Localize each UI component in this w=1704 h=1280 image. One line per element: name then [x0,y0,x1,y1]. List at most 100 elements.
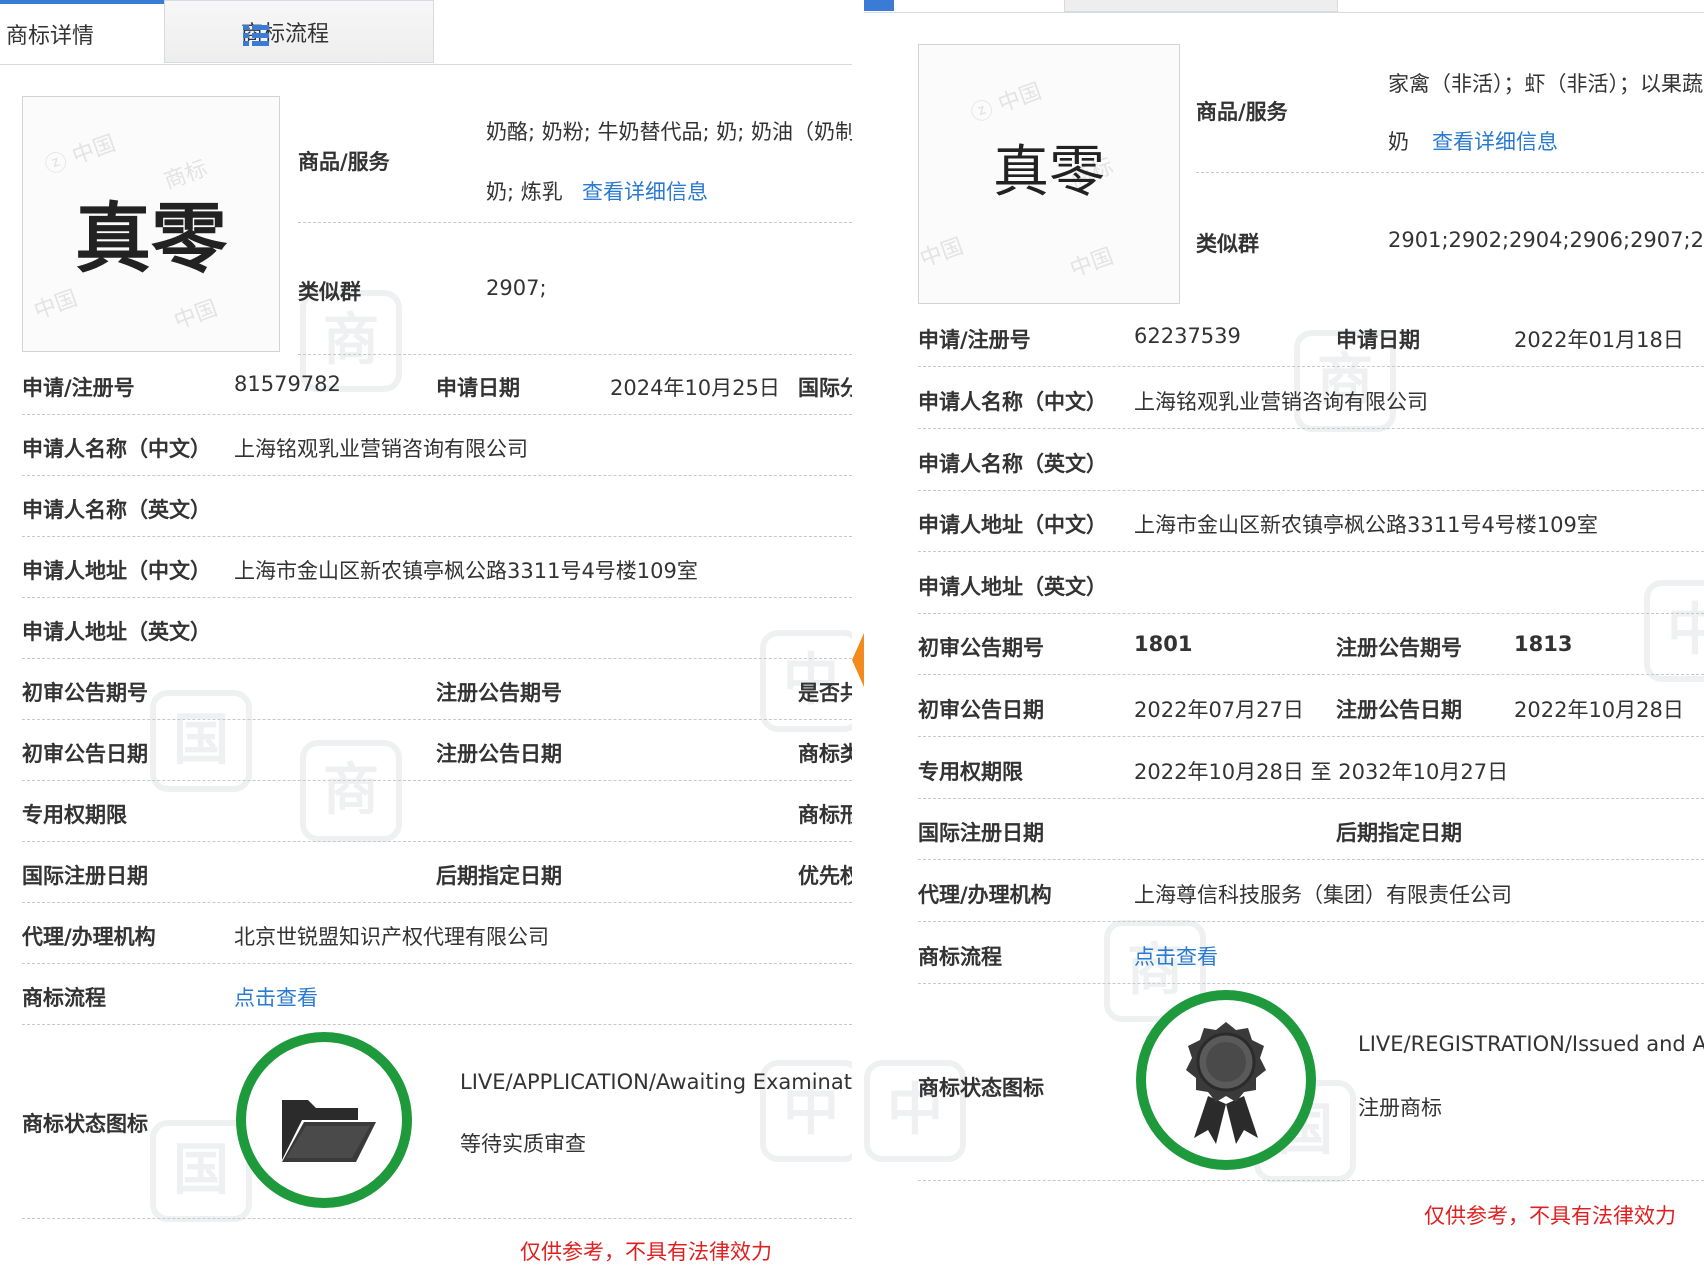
shared-label: 是否共 [798,681,852,705]
intl-reg-label: 国际注册日期 [22,864,148,888]
left-trademark-panel: 商 国 商 国 中 中 商标详情 商标流程 ⓩ 中国 商标 中国 中国 真零 商… [0,0,852,1280]
similar-group-label: 类似群 [298,280,361,304]
status-badge [236,1032,412,1208]
divider [918,674,1704,675]
divider [918,798,1704,799]
exclusive-value: 2022年10月28日 至 2032年10月27日 [1134,760,1509,784]
later-date-label: 后期指定日期 [436,864,562,888]
goods-value-line1: 奶酪; 奶粉; 牛奶替代品; 奶; 奶油（奶制品） [486,120,852,144]
divider [298,354,852,355]
divider [918,490,1704,491]
tab-bar: 商标详情 商标流程 [0,0,852,65]
disclaimer-text: 仅供参考，不具有法律效力 [1424,1204,1676,1228]
intl-reg-label: 国际注册日期 [918,821,1044,845]
intl-class-label: 国际分 [798,376,852,400]
applicant-cn-label: 申请人名称（中文） [22,437,211,461]
applicant-cn-value: 上海铭观乳业营销咨询有限公司 [1134,390,1428,414]
divider [1196,172,1704,173]
view-details-link[interactable]: 查看详细信息 [1432,126,1558,156]
apply-date-value: 2022年01月18日 [1514,328,1684,352]
address-en-label: 申请人地址（英文） [918,575,1107,599]
reg-pub-no-value: 1813 [1514,632,1573,656]
address-en-label: 申请人地址（英文） [22,620,211,644]
reg-no-label: 申请/注册号 [918,328,1031,352]
exclusive-label: 专用权期限 [918,760,1023,784]
trademark-logo-text: 真零 [75,194,227,283]
reg-no-label: 申请/注册号 [22,376,135,400]
divider [22,536,852,537]
trademark-logo-text: 真零 [993,140,1105,205]
divider [22,963,852,964]
reg-pub-date-label: 注册公告日期 [436,742,562,766]
divider [22,597,852,598]
divider [22,780,852,781]
address-cn-value: 上海市金山区新农镇亭枫公路3311号4号楼109室 [1134,513,1598,537]
tab-label: 商标详情 [6,24,95,49]
status-text-en: LIVE/APPLICATION/Awaiting Examination [460,1070,852,1094]
divider [918,1180,1704,1181]
tab-trademark-detail[interactable]: 商标详情 [0,0,164,63]
similar-group-value: 2901;2902;2904;2906;2907;291 [1388,228,1704,252]
trademark-image: ⓩ 中国 商标 中国 中国 真零 [918,44,1180,304]
divider [918,736,1704,737]
watermark-mark: 中 [1644,580,1704,682]
reg-pub-date-label: 注册公告日期 [1336,698,1462,722]
applicant-cn-value: 上海铭观乳业营销咨询有限公司 [234,437,528,461]
status-badge [1136,990,1316,1170]
prelim-no-label: 初审公告期号 [918,636,1044,660]
prelim-date-label: 初审公告日期 [22,742,148,766]
divider [22,841,852,842]
reg-no-value: 81579782 [234,372,341,396]
divider [22,414,852,415]
tab-trademark-process[interactable]: 商标流程 [164,0,434,63]
reg-no-value: 62237539 [1134,324,1241,348]
status-icon-label: 商标状态图标 [918,1076,1044,1100]
divider [918,921,1704,922]
process-view-link[interactable]: 点击查看 [234,982,318,1012]
process-label: 商标流程 [918,945,1002,969]
priority-label: 优先权 [798,864,852,888]
divider [22,719,852,720]
list-icon [243,25,269,47]
divider [918,859,1704,860]
prelim-date-value: 2022年07月27日 [1134,698,1304,722]
prelim-date-label: 初审公告日期 [918,698,1044,722]
goods-label: 商品/服务 [298,150,390,174]
disclaimer-text: 仅供参考，不具有法律效力 [520,1240,772,1264]
status-text-cn: 注册商标 [1358,1096,1442,1120]
divider [22,1024,852,1025]
agent-label: 代理/办理机构 [22,925,156,949]
tab-partial[interactable] [1064,0,1338,12]
prelim-no-label: 初审公告期号 [22,681,148,705]
tab-bar-partial [864,0,1704,13]
agent-value: 北京世锐盟知识产权代理有限公司 [234,925,549,949]
apply-date-label: 申请日期 [436,376,520,400]
address-cn-label: 申请人地址（中文） [22,559,211,583]
folder-icon [282,1100,376,1162]
similar-group-value: 2907; [486,276,547,300]
apply-date-value: 2024年10月25日 [610,376,780,400]
later-date-label: 后期指定日期 [1336,821,1462,845]
divider [918,983,1704,984]
process-view-link[interactable]: 点击查看 [1134,941,1218,971]
status-icon-label: 商标状态图标 [22,1112,148,1136]
right-trademark-panel: 中 商 国 中 商 ⓩ 中国 商标 中国 中国 真零 商品/服务 家禽（非活）；… [864,0,1704,1280]
prelim-no-value: 1801 [1134,632,1193,656]
agent-label: 代理/办理机构 [918,883,1052,907]
goods-label: 商品/服务 [1196,100,1288,124]
agent-value: 上海尊信科技服务（集团）有限责任公司 [1134,883,1512,907]
exclusive-label: 专用权期限 [22,803,127,827]
address-cn-value: 上海市金山区新农镇亭枫公路3311号4号楼109室 [234,559,698,583]
applicant-en-label: 申请人名称（英文） [918,452,1107,476]
tab-partial[interactable] [864,0,894,11]
watermark-mark: 国 [150,690,252,792]
goods-value-line2: 奶; 炼乳 [486,180,563,204]
divider [918,366,1704,367]
reg-pub-no-label: 注册公告期号 [1336,636,1462,660]
trademark-image: ⓩ 中国 商标 中国 中国 真零 [22,96,280,352]
divider [22,1218,852,1219]
applicant-en-label: 申请人名称（英文） [22,498,211,522]
tm-form-label: 商标形 [798,803,852,827]
view-details-link[interactable]: 查看详细信息 [582,176,708,206]
watermark-mark: 商 [300,740,402,842]
